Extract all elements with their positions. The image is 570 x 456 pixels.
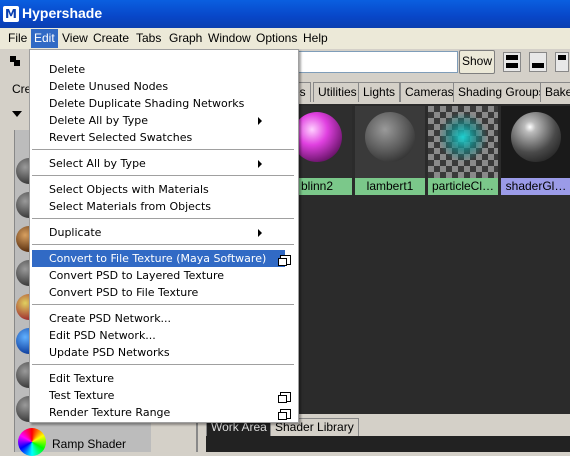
menu-item-select-materials-from-objects[interactable]: Select Materials from Objects	[32, 198, 285, 215]
menu-separator	[32, 244, 294, 245]
menu-item-delete-unused-nodes[interactable]: Delete Unused Nodes	[32, 78, 285, 95]
layout-bottom-icon[interactable]	[529, 52, 547, 72]
tab-utilities[interactable]: Utilities	[313, 82, 362, 102]
title-bar: M Hypershade	[0, 0, 570, 28]
menu-item-label: Select All by Type	[49, 157, 146, 170]
show-button[interactable]: Show	[459, 50, 495, 74]
menu-separator	[32, 175, 294, 176]
menu-file[interactable]: File	[8, 31, 27, 45]
menu-help[interactable]: Help	[303, 31, 328, 45]
tab-bake[interactable]: Bake	[540, 82, 570, 102]
menu-item-delete[interactable]: Delete	[32, 61, 285, 78]
menu-separator	[32, 364, 294, 365]
swatch-label: particleCl…	[428, 178, 498, 195]
menu-item-create-psd-network[interactable]: Create PSD Network...	[32, 310, 285, 327]
menu-item-edit-texture[interactable]: Edit Texture	[32, 370, 285, 387]
option-box-icon[interactable]	[278, 409, 291, 420]
menu-graph[interactable]: Graph	[169, 31, 202, 45]
swatch-label: shaderGl…	[501, 178, 570, 195]
menu-item-render-texture-range[interactable]: Render Texture Range	[32, 404, 285, 421]
menu-item-update-psd-networks[interactable]: Update PSD Networks	[32, 344, 285, 361]
tab-cameras[interactable]: Cameras	[400, 82, 459, 102]
ramp-shader-label[interactable]: Ramp Shader	[52, 437, 126, 451]
menu-tabs[interactable]: Tabs	[136, 31, 161, 45]
menu-item-convert-to-file-texture[interactable]: Convert to File Texture (Maya Software)	[32, 250, 285, 267]
menu-view[interactable]: View	[62, 31, 88, 45]
menu-item-select-objects-with-materials[interactable]: Select Objects with Materials	[32, 181, 285, 198]
layout-top-icon[interactable]	[503, 52, 521, 72]
work-area-canvas	[206, 436, 570, 452]
window-title: Hypershade	[22, 5, 103, 21]
menu-item-convert-psd-to-file-texture[interactable]: Convert PSD to File Texture	[32, 284, 285, 301]
menu-item-select-all-by-type[interactable]: Select All by Type	[32, 155, 285, 172]
menu-separator	[32, 149, 294, 150]
swatch-particlecloud[interactable]: particleCl…	[428, 106, 498, 196]
menu-options[interactable]: Options	[256, 31, 297, 45]
menu-item-edit-psd-network[interactable]: Edit PSD Network...	[32, 327, 285, 344]
menu-item-test-texture[interactable]: Test Texture	[32, 387, 285, 404]
swatch-lambert1[interactable]: lambert1	[355, 106, 425, 196]
edit-menu: Delete Delete Unused Nodes Delete Duplic…	[29, 49, 299, 423]
layout-side-icon[interactable]	[555, 52, 569, 72]
menu-item-duplicate[interactable]: Duplicate	[32, 224, 285, 241]
menu-edit[interactable]: Edit	[31, 29, 58, 48]
menu-separator	[32, 304, 294, 305]
tab-shading-groups[interactable]: Shading Groups	[453, 82, 550, 102]
menu-item-revert-selected-swatches[interactable]: Revert Selected Swatches	[32, 129, 285, 146]
swatch-label: lambert1	[355, 178, 425, 195]
option-box-icon[interactable]	[278, 392, 291, 403]
create-dropdown-icon[interactable]	[8, 106, 26, 120]
menu-window[interactable]: Window	[208, 31, 251, 45]
menu-bar: File Edit View Create Tabs Graph Window …	[0, 28, 570, 50]
menu-item-label: Duplicate	[49, 226, 102, 239]
option-box-icon[interactable]	[278, 255, 291, 266]
tab-lights[interactable]: Lights	[358, 82, 401, 102]
menu-item-convert-psd-to-layered-texture[interactable]: Convert PSD to Layered Texture	[32, 267, 285, 284]
submenu-arrow-icon	[258, 117, 262, 125]
menu-create[interactable]: Create	[93, 31, 129, 45]
menu-item-delete-all-by-type[interactable]: Delete All by Type	[32, 112, 285, 129]
swatch-shaderglow[interactable]: shaderGl…	[501, 106, 570, 196]
graph-tool-icon[interactable]	[10, 56, 20, 66]
submenu-arrow-icon	[258, 160, 262, 168]
maya-logo-icon: M	[3, 6, 19, 22]
menu-item-label: Delete All by Type	[49, 114, 149, 127]
menu-separator	[32, 218, 294, 219]
menu-item-delete-duplicate-shading-networks[interactable]: Delete Duplicate Shading Networks	[32, 95, 285, 112]
submenu-arrow-icon	[258, 229, 262, 237]
search-input[interactable]	[296, 51, 458, 73]
